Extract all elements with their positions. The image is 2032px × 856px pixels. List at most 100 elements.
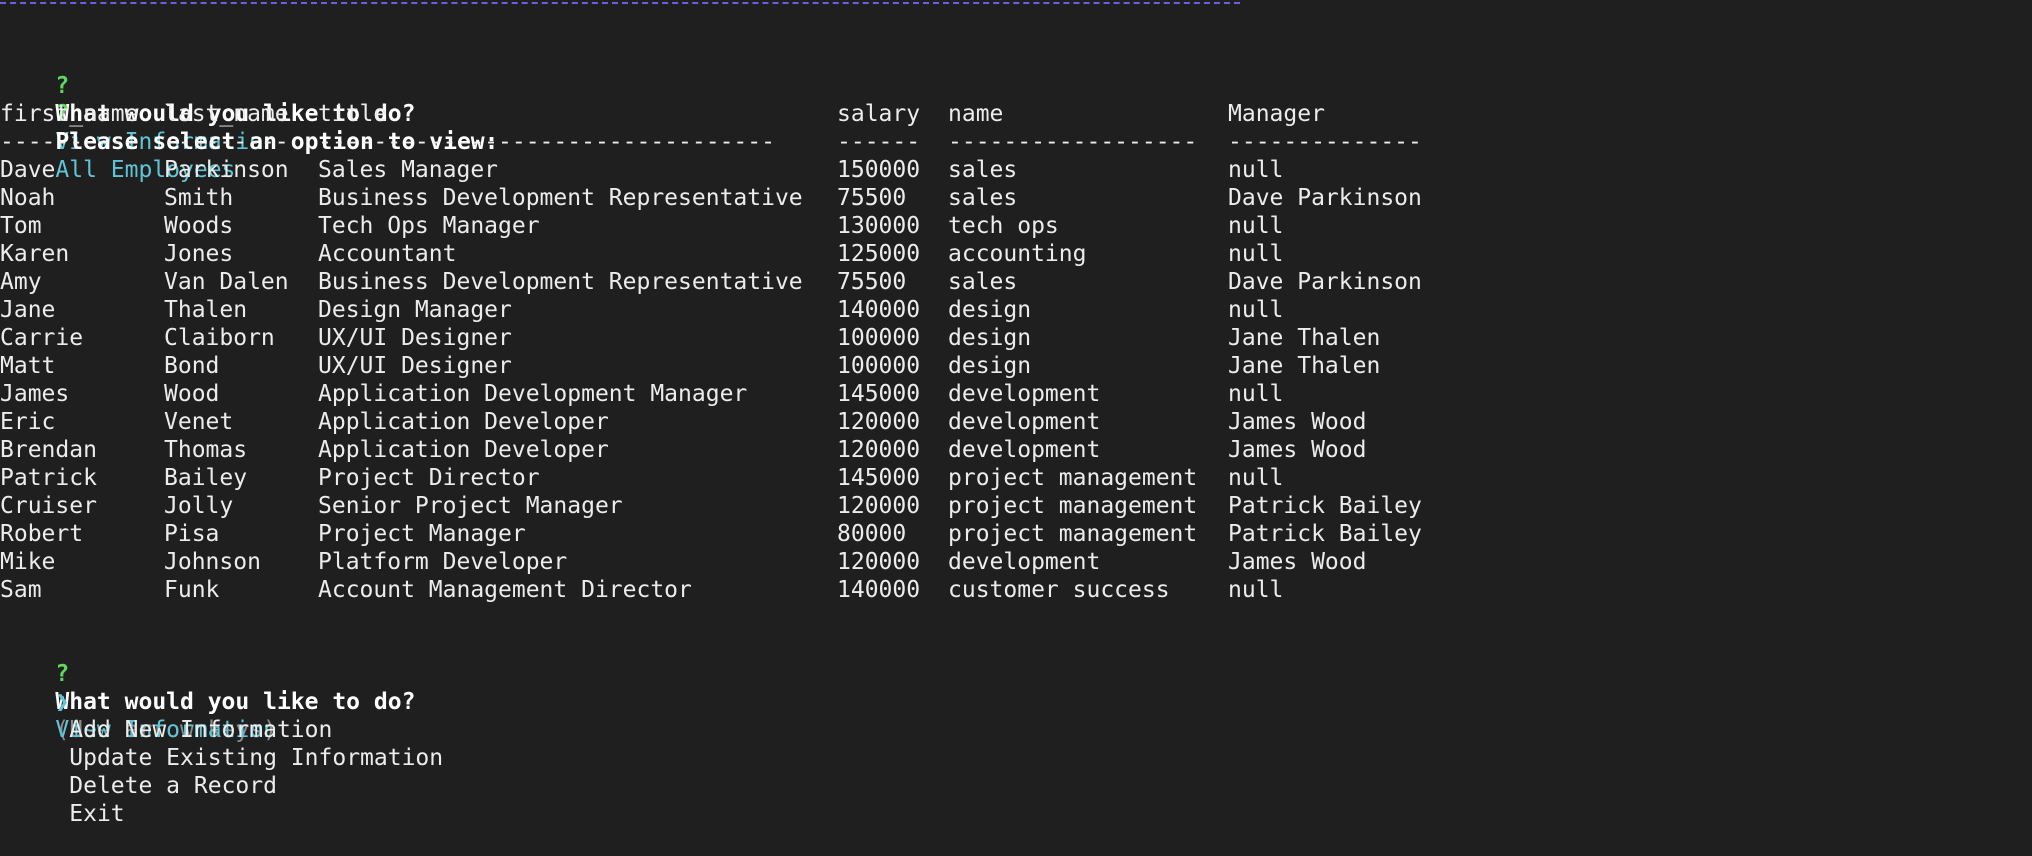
menu-item-delete-record[interactable]: Delete a Record [0, 744, 277, 799]
cell-department-name: design [948, 353, 1032, 379]
cell-last-name: Woods [164, 213, 234, 239]
cell-first-name: Dave [0, 157, 56, 183]
cell-last-name: Thomas [164, 437, 248, 463]
table-row: Patrick Bailey Project Director 145000 p… [0, 464, 1600, 492]
top-divider-line [0, 2, 1240, 4]
cell-manager: null [1228, 297, 1284, 323]
header-department-name: name [948, 101, 1004, 127]
table-row: Eric Venet Application Developer 120000 … [0, 408, 1600, 436]
table-row: Mike Johnson Platform Developer 120000 d… [0, 548, 1600, 576]
cell-department-name: accounting [948, 241, 1087, 267]
cell-last-name: Funk [164, 577, 220, 603]
menu-item-update-existing-information[interactable]: Update Existing Information [0, 716, 443, 771]
header-salary: salary [837, 101, 921, 127]
cell-manager: null [1228, 213, 1284, 239]
cell-title: Design Manager [318, 297, 512, 323]
cell-manager: Patrick Bailey [1228, 521, 1422, 547]
cell-title: Business Development Representative [318, 269, 803, 295]
cell-salary: 120000 [837, 549, 921, 575]
cell-last-name: Wood [164, 381, 220, 407]
cell-department-name: customer success [948, 577, 1170, 603]
terminal-window: ? What would you like to do? View Inform… [0, 0, 2032, 827]
cell-first-name: Robert [0, 521, 84, 547]
table-separator-row: ---------- --------- -------------------… [0, 128, 1600, 156]
cell-manager: Dave Parkinson [1228, 269, 1422, 295]
cell-manager: Patrick Bailey [1228, 493, 1422, 519]
table-row: Brendan Thomas Application Developer 120… [0, 436, 1600, 464]
separator-first-name: ---------- [0, 129, 139, 155]
cell-last-name: Bailey [164, 465, 248, 491]
cell-first-name: Amy [0, 269, 42, 295]
cell-last-name: Pisa [164, 521, 220, 547]
cell-salary: 125000 [837, 241, 921, 267]
cell-department-name: design [948, 325, 1032, 351]
cell-first-name: Noah [0, 185, 56, 211]
cell-salary: 100000 [837, 353, 921, 379]
prompt-line-action: ? What would you like to do? View Inform… [0, 44, 415, 155]
cell-last-name: Van Dalen [164, 269, 289, 295]
cell-department-name: project management [948, 465, 1198, 491]
cell-title: Project Manager [318, 521, 526, 547]
cell-department-name: project management [948, 493, 1198, 519]
cell-salary: 100000 [837, 325, 921, 351]
separator-salary: ------ [837, 129, 921, 155]
cell-first-name: Sam [0, 577, 42, 603]
cell-title: UX/UI Designer [318, 353, 512, 379]
cell-salary: 80000 [837, 521, 907, 547]
cell-first-name: Carrie [0, 325, 84, 351]
cell-manager: Jane Thalen [1228, 325, 1381, 351]
header-last-name: last_name [164, 101, 289, 127]
cell-first-name: Jane [0, 297, 56, 323]
cell-department-name: development [948, 549, 1101, 575]
cell-manager: Dave Parkinson [1228, 185, 1422, 211]
cell-last-name: Jones [164, 241, 234, 267]
table-row: Cruiser Jolly Senior Project Manager 120… [0, 492, 1600, 520]
cell-department-name: tech ops [948, 213, 1059, 239]
cell-department-name: development [948, 437, 1101, 463]
cell-last-name: Thalen [164, 297, 248, 323]
table-row: Karen Jones Accountant 125000 accounting… [0, 240, 1600, 268]
cell-manager: null [1228, 465, 1284, 491]
separator-manager: -------------- [1228, 129, 1422, 155]
cell-title: Tech Ops Manager [318, 213, 540, 239]
menu-item-view-information[interactable]: ❯ View Information [0, 660, 277, 743]
cell-title: Application Developer [318, 409, 609, 435]
separator-department-name: ------------------ [948, 129, 1198, 155]
cell-salary: 140000 [837, 297, 921, 323]
cell-department-name: development [948, 409, 1101, 435]
cell-department-name: sales [948, 157, 1018, 183]
cell-manager: James Wood [1228, 437, 1367, 463]
table-row: Robert Pisa Project Manager 80000 projec… [0, 520, 1600, 548]
cell-title: Platform Developer [318, 549, 568, 575]
cell-salary: 140000 [837, 577, 921, 603]
cell-salary: 130000 [837, 213, 921, 239]
cell-first-name: James [0, 381, 70, 407]
table-row: Noah Smith Business Development Represen… [0, 184, 1600, 212]
table-row: Dave Parkinson Sales Manager 150000 sale… [0, 156, 1600, 184]
header-manager: Manager [1228, 101, 1325, 127]
cell-last-name: Jolly [164, 493, 234, 519]
table-row: Tom Woods Tech Ops Manager 130000 tech o… [0, 212, 1600, 240]
cell-title: Project Director [318, 465, 540, 491]
cell-last-name: Venet [164, 409, 234, 435]
prompt-line-view-option: ? Please select an option to view: All E… [0, 72, 498, 183]
cell-title: Application Development Manager [318, 381, 748, 407]
cell-manager: null [1228, 241, 1284, 267]
cell-last-name: Smith [164, 185, 234, 211]
cell-salary: 150000 [837, 157, 921, 183]
cell-salary: 75500 [837, 269, 907, 295]
cell-title: Business Development Representative [318, 185, 803, 211]
cell-last-name: Claiborn [164, 325, 275, 351]
table-row: James Wood Application Development Manag… [0, 380, 1600, 408]
menu-item-add-new-information[interactable]: Add New Information [0, 688, 332, 743]
table-header-row: first_name last_name title salary name M… [0, 100, 1600, 128]
cell-first-name: Tom [0, 213, 42, 239]
cell-department-name: sales [948, 185, 1018, 211]
cell-salary: 145000 [837, 465, 921, 491]
cell-department-name: development [948, 381, 1101, 407]
cell-first-name: Brendan [0, 437, 97, 463]
cell-manager: James Wood [1228, 549, 1367, 575]
menu-item-exit[interactable]: Exit [0, 772, 124, 827]
cell-salary: 120000 [837, 409, 921, 435]
cell-manager: null [1228, 157, 1284, 183]
